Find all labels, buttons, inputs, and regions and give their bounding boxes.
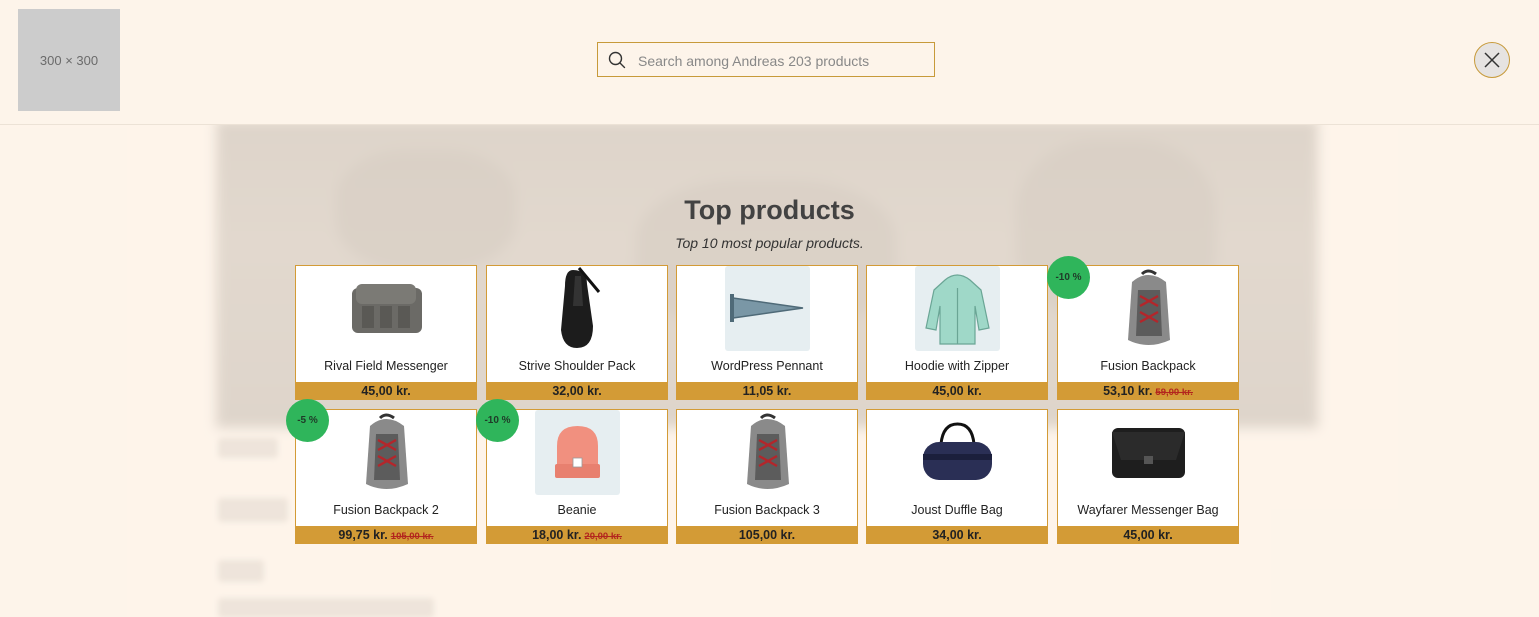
search-input[interactable] [636, 43, 930, 78]
product-old-price: 105,00 kr. [390, 531, 434, 542]
product-image-backpack [1128, 269, 1170, 345]
product-image-hoodie [915, 266, 1000, 351]
price-bar: 53,10 kr. 59,00 kr. [1057, 382, 1239, 400]
product-old-price: 20,00 kr. [584, 531, 622, 542]
price-bar: 11,05 kr. [676, 382, 858, 400]
discount-badge: -10 % [476, 399, 519, 442]
product-image-duffle-bag [923, 422, 992, 480]
logo-text: 300 × 300 [39, 52, 99, 68]
section-subtitle: Top 10 most popular products. [675, 235, 864, 251]
product-card[interactable]: Strive Shoulder Pack 32,00 kr. [486, 265, 668, 400]
product-price: 99,75 kr. [338, 528, 388, 542]
product-name: Hoodie with Zipper [904, 359, 1010, 373]
product-price: 34,00 kr. [932, 528, 982, 542]
price-bar: 32,00 kr. [486, 382, 668, 400]
product-image-backpack [747, 413, 789, 489]
price-bar: 34,00 kr. [866, 526, 1048, 544]
product-old-price: 59,00 kr. [1155, 387, 1193, 398]
product-image-messenger-bag [1112, 428, 1185, 478]
product-name: Rival Field Messenger [324, 359, 448, 373]
product-name: Fusion Backpack 2 [333, 503, 439, 517]
product-image-pennant [725, 266, 810, 351]
search-icon [608, 51, 626, 69]
discount-badge: -10 % [1047, 256, 1090, 299]
product-card[interactable]: Wayfarer Messenger Bag 45,00 kr. [1057, 409, 1239, 544]
product-name: Wayfarer Messenger Bag [1077, 503, 1219, 517]
close-button[interactable] [1474, 42, 1510, 78]
product-image-messenger-bag [352, 284, 422, 333]
logo-placeholder[interactable]: 300 × 300 [18, 9, 120, 111]
product-price: 11,05 kr. [742, 384, 792, 398]
close-icon [1484, 52, 1500, 68]
product-price: 45,00 kr. [361, 384, 411, 398]
search-overlay-header: 300 × 300 [0, 0, 1539, 125]
price-bar: 99,75 kr. 105,00 kr. [295, 526, 477, 544]
product-name: Joust Duffle Bag [911, 503, 1003, 517]
product-name: Beanie [557, 503, 597, 517]
price-bar: 105,00 kr. [676, 526, 858, 544]
product-card[interactable]: WordPress Pennant 11,05 kr. [676, 265, 858, 400]
product-image-backpack [366, 413, 408, 489]
product-name: Fusion Backpack [1100, 359, 1196, 373]
section-title: Top products [684, 195, 855, 225]
product-image-shoulder-pack [561, 267, 601, 348]
product-price: 45,00 kr. [932, 384, 982, 398]
product-price: 32,00 kr. [552, 384, 602, 398]
product-image-beanie [535, 410, 620, 495]
product-name: Strive Shoulder Pack [518, 359, 636, 373]
product-price: 18,00 kr. [532, 528, 582, 542]
price-bar: 45,00 kr. [1057, 526, 1239, 544]
discount-badge: -5 % [286, 399, 329, 442]
product-card[interactable]: Rival Field Messenger 45,00 kr. [295, 265, 477, 400]
product-name: WordPress Pennant [711, 359, 823, 373]
product-price: 45,00 kr. [1123, 528, 1173, 542]
product-card[interactable]: Hoodie with Zipper 45,00 kr. [866, 265, 1048, 400]
product-price: 105,00 kr. [738, 528, 796, 542]
search-box[interactable] [597, 42, 935, 78]
product-card[interactable]: Fusion Backpack 3 105,00 kr. [676, 409, 858, 544]
product-name: Fusion Backpack 3 [714, 503, 820, 517]
price-bar: 18,00 kr. 20,00 kr. [486, 526, 668, 544]
price-bar: 45,00 kr. [866, 382, 1048, 400]
product-price: 53,10 kr. [1103, 384, 1153, 398]
product-grid: Rival Field Messenger 45,00 kr. Strive S… [286, 256, 1239, 544]
product-card[interactable]: Joust Duffle Bag 34,00 kr. [866, 409, 1048, 544]
price-bar: 45,00 kr. [295, 382, 477, 400]
